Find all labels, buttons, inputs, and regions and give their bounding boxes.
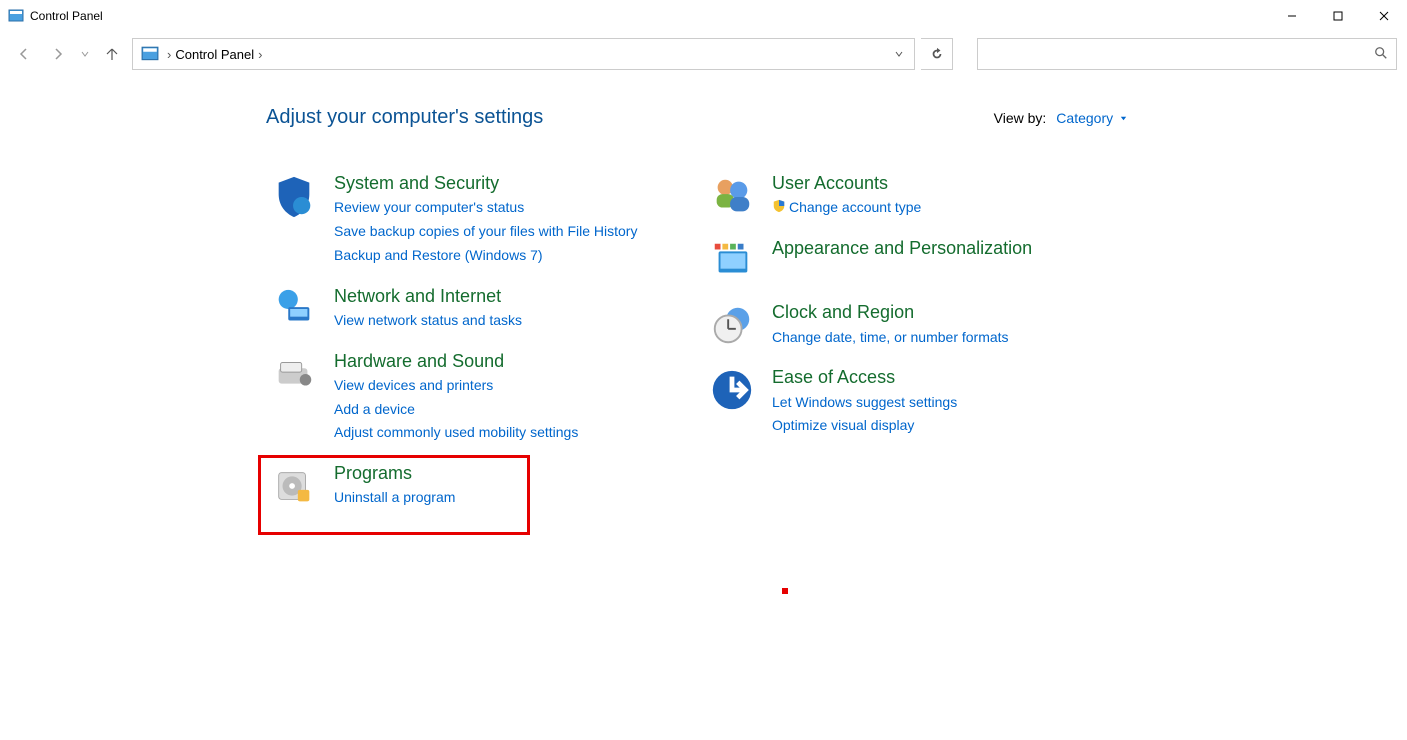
category-link[interactable]: Adjust commonly used mobility settings [334, 421, 578, 445]
appearance-icon[interactable] [704, 236, 760, 284]
category-title[interactable]: User Accounts [772, 173, 888, 193]
recent-locations-dropdown[interactable] [78, 40, 92, 68]
category-link[interactable]: Backup and Restore (Windows 7) [334, 244, 637, 268]
category-title[interactable]: Hardware and Sound [334, 351, 504, 371]
breadcrumb-item[interactable]: Control Panel [175, 47, 254, 62]
title-bar: Control Panel [0, 0, 1407, 32]
category-title[interactable]: Appearance and Personalization [772, 238, 1032, 258]
category-network-internet: Network and Internet View network status… [266, 284, 704, 333]
category-ease-of-access: Ease of Access Let Windows suggest setti… [704, 365, 1142, 438]
category-column-right: User Accounts Change account type Appear… [704, 171, 1142, 526]
category-title[interactable]: System and Security [334, 173, 499, 193]
forward-button[interactable] [44, 40, 72, 68]
category-link[interactable]: Review your computer's status [334, 196, 637, 220]
close-button[interactable] [1361, 0, 1407, 32]
breadcrumb-separator: › [167, 47, 171, 62]
refresh-button[interactable] [921, 38, 953, 70]
ease-of-access-icon[interactable] [704, 365, 760, 413]
view-by-selector[interactable]: View by: Category [994, 106, 1128, 129]
category-link[interactable]: Save backup copies of your files with Fi… [334, 220, 637, 244]
navigation-bar: › Control Panel › [0, 32, 1407, 76]
category-link[interactable]: Optimize visual display [772, 414, 957, 438]
view-by-label: View by: [994, 110, 1047, 126]
category-link[interactable]: Change date, time, or number formats [772, 326, 1009, 350]
category-link[interactable]: View devices and printers [334, 374, 578, 398]
uac-shield-icon [772, 197, 786, 221]
category-clock-region: Clock and Region Change date, time, or n… [704, 300, 1142, 349]
category-link[interactable]: Let Windows suggest settings [772, 391, 957, 415]
network-internet-icon[interactable] [266, 284, 322, 332]
page-title: Adjust your computer's settings [266, 106, 994, 129]
back-button[interactable] [10, 40, 38, 68]
up-button[interactable] [98, 40, 126, 68]
category-hardware-sound: Hardware and Sound View devices and prin… [266, 349, 704, 446]
system-security-icon[interactable] [266, 171, 322, 219]
category-title[interactable]: Ease of Access [772, 367, 895, 387]
category-user-accounts: User Accounts Change account type [704, 171, 1142, 220]
hardware-sound-icon[interactable] [266, 349, 322, 397]
address-bar[interactable]: › Control Panel › [132, 38, 915, 70]
category-system-security: System and Security Review your computer… [266, 171, 704, 268]
address-dropdown-icon[interactable] [888, 47, 910, 62]
category-column-left: System and Security Review your computer… [266, 171, 704, 526]
category-title[interactable]: Clock and Region [772, 302, 914, 322]
category-title[interactable]: Network and Internet [334, 286, 501, 306]
view-by-value[interactable]: Category [1056, 110, 1128, 126]
search-input[interactable] [986, 47, 1374, 62]
content-area: Adjust your computer's settings View by:… [0, 76, 1407, 526]
programs-icon[interactable] [266, 461, 322, 509]
user-accounts-icon[interactable] [704, 171, 760, 219]
category-link[interactable]: Uninstall a program [334, 486, 455, 510]
category-title[interactable]: Programs [334, 463, 412, 483]
chevron-down-icon [1119, 114, 1128, 123]
minimize-button[interactable] [1269, 0, 1315, 32]
category-link[interactable]: Change account type [772, 196, 921, 220]
control-panel-icon [8, 8, 24, 24]
category-link[interactable]: Add a device [334, 398, 578, 422]
category-appearance: Appearance and Personalization [704, 236, 1142, 284]
category-programs: Programs Uninstall a program [266, 461, 704, 510]
maximize-button[interactable] [1315, 0, 1361, 32]
search-icon [1374, 46, 1388, 63]
clock-region-icon[interactable] [704, 300, 760, 348]
annotation-dot [782, 588, 788, 594]
window-title: Control Panel [30, 9, 103, 23]
category-link[interactable]: View network status and tasks [334, 309, 522, 333]
breadcrumb-separator: › [258, 47, 262, 62]
control-panel-addr-icon [141, 45, 159, 63]
search-box[interactable] [977, 38, 1397, 70]
